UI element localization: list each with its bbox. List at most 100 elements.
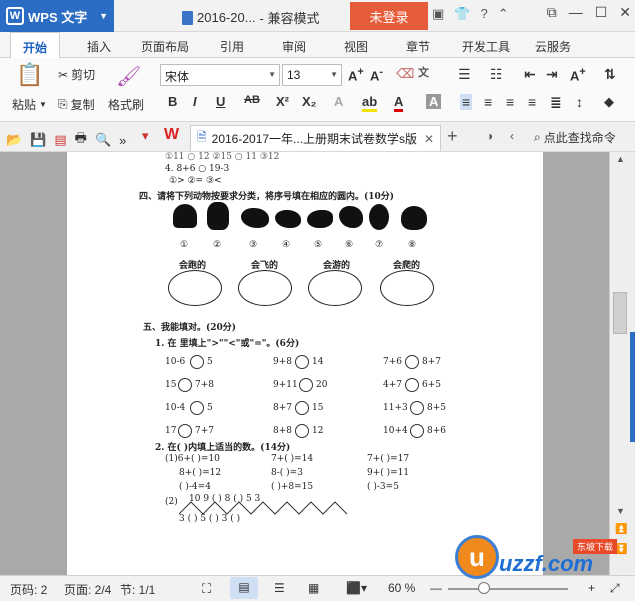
align-center-icon[interactable]: ≡ [484,94,492,110]
tab-developer[interactable]: 开发工具 [462,38,510,55]
font-size-select[interactable]: 13 ▼ [282,64,342,86]
copy-button[interactable]: ⎘ 复制 [58,96,95,113]
clipboard-icon[interactable]: 📋 [16,62,43,88]
close-icon[interactable]: ✕ [424,132,434,146]
align-right-icon[interactable]: ≡ [506,94,514,110]
zoom-level[interactable]: 60 % [388,581,415,595]
clear-format-icon[interactable]: ⌫ [396,66,414,82]
page-view-icon[interactable]: ▤ [230,577,258,599]
document-page[interactable]: ①11 ○ 12 ②15 ○ 11 ③12 4. 8+6 ○ 19-3 ①> ②… [67,152,543,575]
print-icon[interactable]: 🖶 [75,129,87,151]
scroll-down-icon[interactable]: ▼ [616,506,625,516]
answer-blank[interactable] [295,355,309,369]
align-left-icon[interactable]: ≡ [460,94,473,110]
tab-cloud[interactable]: 云服务 [535,38,571,55]
highlight-icon[interactable]: ab [362,94,378,112]
answer-blank[interactable] [178,424,192,438]
tab-references[interactable]: 引用 [220,38,244,55]
zoom-out-icon[interactable]: — [430,581,442,595]
tab-list-icon[interactable]: ◑ [486,129,493,143]
zoom-slider[interactable] [448,588,568,590]
copy-label: 复制 [70,98,95,112]
close-button[interactable]: ✕ [619,4,631,21]
answer-blank[interactable] [295,424,309,438]
answer-blank[interactable] [410,424,424,438]
minimize-button[interactable]: — [569,4,583,21]
help-button[interactable]: ? [480,6,487,22]
tab-insert[interactable]: 插入 [87,38,111,55]
font-name-select[interactable]: 宋体 ▼ [160,64,280,86]
grow-font-icon[interactable]: A+ [348,66,364,83]
paste-button[interactable]: 粘贴 ▼ [12,96,47,113]
vertical-scrollbar[interactable]: ▲ ▼ ⏫ ⏬ [609,152,635,575]
scroll-up-icon[interactable]: ▲ [616,154,625,164]
strikethrough-icon[interactable]: AB [244,94,260,106]
bold-icon[interactable]: B [168,94,177,109]
decrease-indent-icon[interactable]: ⇤ [524,66,536,83]
underline-icon[interactable]: U [216,94,225,109]
protect-view-icon[interactable]: ⬛▾ [346,581,367,595]
format-painter-button[interactable]: 格式刷 [108,96,144,113]
command-search[interactable]: ⌕ 点此查找命令 [534,129,616,146]
prev-page-icon[interactable]: ⏫ [615,524,627,535]
superscript-icon[interactable]: X² [276,94,289,109]
open-folder-icon[interactable]: 📂 [6,132,22,148]
export-pdf-icon[interactable]: ▤ [54,132,66,148]
document-canvas[interactable]: ①11 ○ 12 ②15 ○ 11 ③12 4. 8+6 ○ 19-3 ①> ②… [0,152,609,575]
tab-page-layout[interactable]: 页面布局 [141,38,189,55]
print-preview-icon[interactable]: 🔍 [95,132,111,148]
web-view-icon[interactable]: ▦ [308,581,319,595]
char-shading-icon[interactable]: A [426,94,442,109]
new-tab-icon[interactable]: + [447,126,458,147]
bullet-list-icon[interactable]: ☰ [458,66,471,83]
answer-blank[interactable] [299,378,313,392]
shrink-font-icon[interactable]: A- [370,66,383,83]
wps-w-icon[interactable]: W [164,126,179,144]
line-spacing-icon[interactable]: ↕ [576,94,583,110]
font-color-icon[interactable]: A [394,94,404,112]
tab-view[interactable]: 视图 [344,38,368,55]
answer-blank[interactable] [405,355,419,369]
change-case-icon[interactable]: A+ [570,66,586,83]
answer-blank[interactable] [405,378,419,392]
skin-icon[interactable]: ▣ [432,6,444,22]
italic-icon[interactable]: I [193,94,197,109]
minimize-ribbon-icon[interactable]: ⌃ [498,6,509,22]
increase-indent-icon[interactable]: ⇥ [546,66,558,83]
justify-icon[interactable]: ≡ [528,94,536,110]
restore-tab-icon[interactable]: ⧉ [547,4,557,21]
scroll-thumb[interactable] [613,292,627,334]
answer-blank[interactable] [190,401,204,415]
answer-blank[interactable] [190,355,204,369]
compare-right: 5 [207,357,213,367]
answer-blank[interactable] [410,401,424,415]
outline-view-icon[interactable]: ☰ [274,581,285,595]
maximize-button[interactable]: ☐ [595,4,608,21]
subscript-icon[interactable]: X₂ [302,94,316,109]
sort-icon[interactable]: ⇅ [604,66,616,83]
shading-icon[interactable]: ◆ [604,94,614,110]
document-tab[interactable]: 🗎 2016-2017一年...上册期末试卷数学s版 ✕ [190,125,441,151]
wps-app-menu-button[interactable]: W WPS 文字 ▼ [0,0,114,32]
cut-button[interactable]: ✂ 剪切 [58,66,95,83]
answer-blank[interactable] [295,401,309,415]
focus-mode-icon[interactable]: ⛶ [202,581,211,597]
login-button[interactable]: 未登录 [350,2,428,30]
numbered-list-icon[interactable]: ☷ [490,66,503,83]
cut-label: 剪切 [71,68,96,82]
more-tools-icon[interactable]: » [119,133,126,148]
shirt-icon[interactable]: 👕 [454,6,470,22]
answer-blank[interactable] [178,378,192,392]
tab-chapter[interactable]: 章节 [406,38,430,55]
tab-home[interactable]: 开始 [10,32,61,58]
phonetic-icon[interactable]: 文 [418,64,429,80]
text-effect-icon[interactable]: A [334,94,343,109]
side-panel-handle[interactable] [630,332,635,442]
save-icon[interactable]: 💾 [30,132,46,148]
distribute-icon[interactable]: ≣ [550,94,562,111]
pin-icon[interactable]: ▾ [142,128,149,144]
back-icon[interactable]: ‹ [510,129,514,143]
compare-right: 12 [312,426,324,436]
tab-review[interactable]: 审阅 [282,38,306,55]
brush-icon[interactable]: 🖌 [116,64,141,89]
